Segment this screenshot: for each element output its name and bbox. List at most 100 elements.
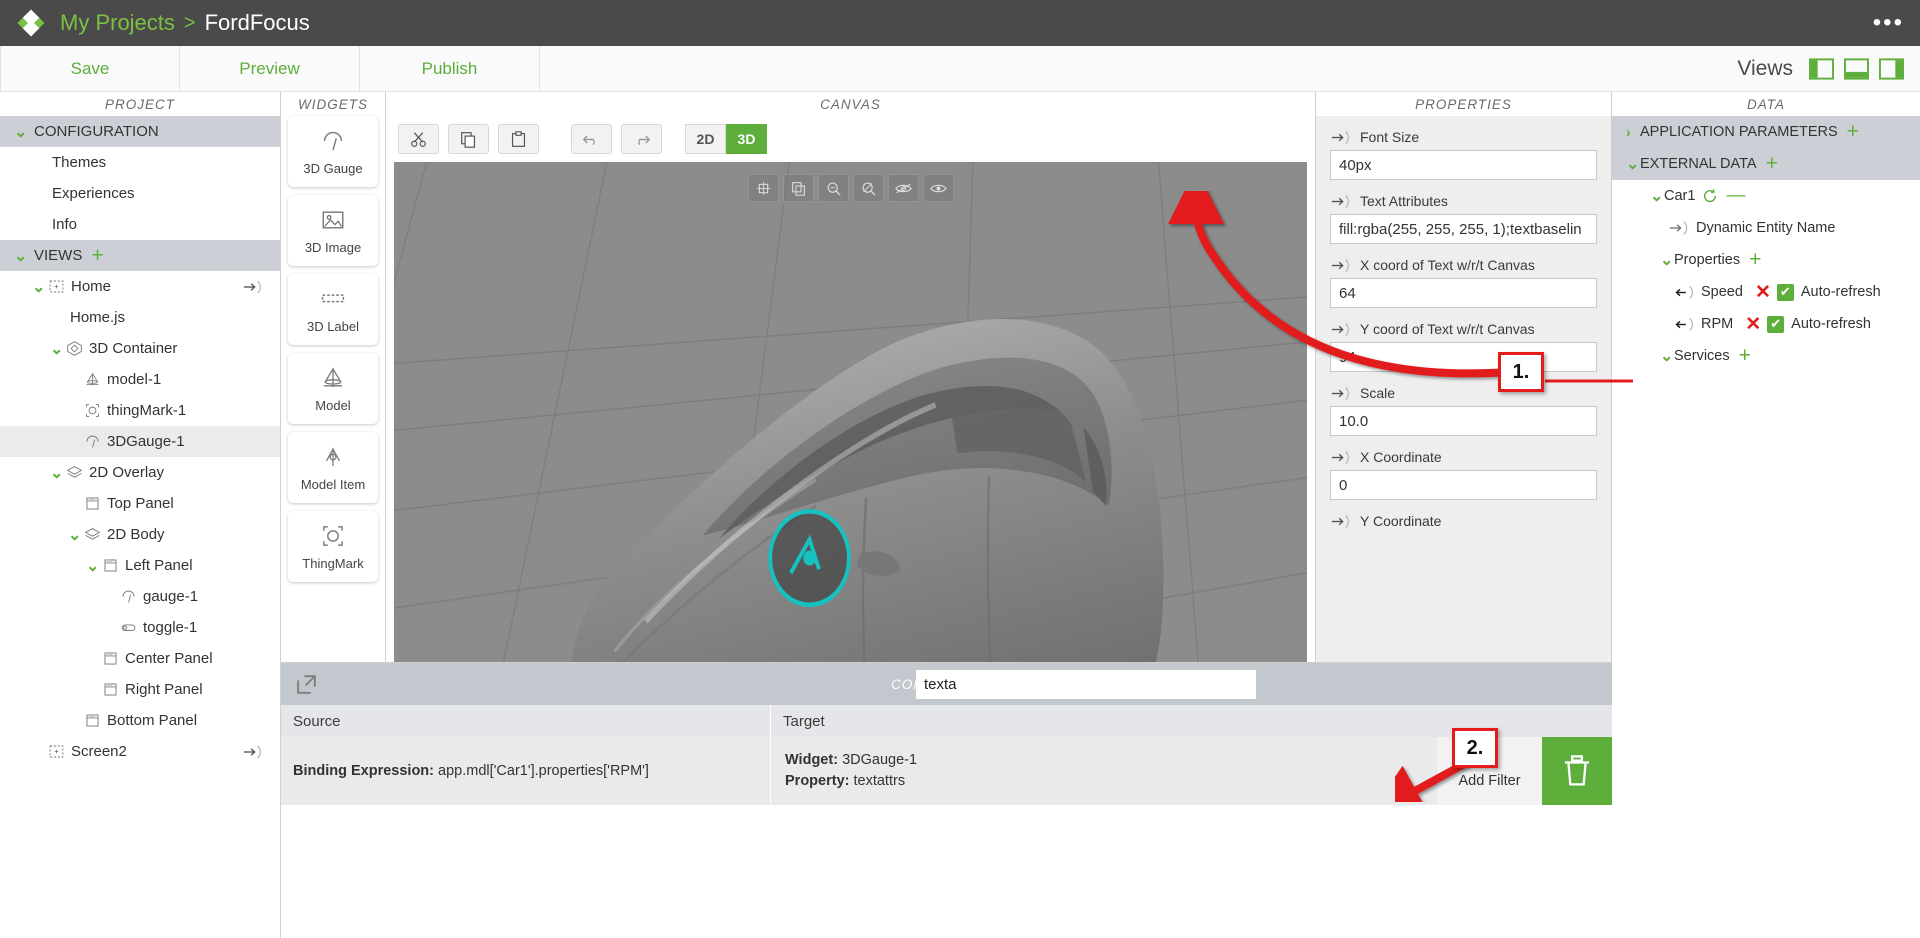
tree-item-model-1[interactable]: model-1: [0, 364, 280, 395]
add-property-icon[interactable]: +: [1749, 249, 1761, 270]
tree-item-experiences[interactable]: Experiences: [0, 178, 280, 209]
tree-item-info[interactable]: Info: [0, 209, 280, 240]
tree-item-configuration[interactable]: ⌄ CONFIGURATION: [0, 116, 280, 147]
binding-out-icon[interactable]: [1330, 258, 1352, 273]
property-label-row: Text Attributes: [1330, 188, 1597, 214]
widget-card-model-item[interactable]: Model Item: [288, 432, 378, 503]
binding-out-icon[interactable]: [1330, 194, 1352, 209]
connection-row[interactable]: Binding Expression: app.mdl['Car1'].prop…: [281, 737, 1612, 805]
paste-button[interactable]: [498, 124, 539, 154]
property-input-text-attributes[interactable]: [1330, 214, 1597, 244]
tree-item-bottom-panel[interactable]: Bottom Panel: [0, 705, 280, 736]
property-input-y-coord-of-text-w-r-t-canvas[interactable]: [1330, 342, 1597, 372]
tree-item-3d-container[interactable]: ⌄ 3D Container: [0, 333, 280, 364]
goto-view-icon[interactable]: [242, 279, 264, 294]
binding-in-icon[interactable]: [1674, 285, 1696, 300]
chevron-down-icon[interactable]: ⌄: [32, 277, 46, 297]
breadcrumb-my-projects[interactable]: My Projects: [60, 10, 175, 36]
overflow-menu-icon[interactable]: •••: [1873, 11, 1904, 35]
remove-property-icon[interactable]: ✕: [1745, 313, 1761, 336]
preview-button[interactable]: Preview: [180, 46, 360, 91]
remove-entity-icon[interactable]: —: [1726, 185, 1745, 207]
view-layout-left-icon[interactable]: [1809, 57, 1834, 80]
tree-item-views[interactable]: ⌄ VIEWS +: [0, 240, 280, 271]
tree-item-screen2[interactable]: Screen2: [0, 736, 280, 767]
tree-item-themes[interactable]: Themes: [0, 147, 280, 178]
chevron-down-icon[interactable]: ⌄: [14, 122, 28, 142]
data-property-speed[interactable]: Speed ✕ ✔ Auto-refresh: [1612, 276, 1920, 308]
tree-item-center-panel[interactable]: Center Panel: [0, 643, 280, 674]
top-bar: My Projects > FordFocus •••: [0, 0, 1920, 46]
save-button[interactable]: Save: [0, 46, 180, 91]
binding-out-icon[interactable]: [1330, 130, 1352, 145]
zoom-selection-button[interactable]: [852, 174, 884, 202]
goto-view-icon[interactable]: [242, 744, 264, 759]
mode-2d-button[interactable]: 2D: [685, 124, 726, 154]
add-view-icon[interactable]: +: [91, 245, 103, 266]
tree-item-top-panel[interactable]: Top Panel: [0, 488, 280, 519]
add-external-data-icon[interactable]: +: [1766, 153, 1778, 174]
tree-item-2d-body[interactable]: ⌄ 2D Body: [0, 519, 280, 550]
widget-card-3d-gauge[interactable]: 3D Gauge: [288, 116, 378, 187]
data-entity-car1[interactable]: ⌄ Car1 —: [1612, 180, 1920, 212]
data-section-application-parameters[interactable]: › APPLICATION PARAMETERS +: [1612, 116, 1920, 148]
widget-card-3d-label[interactable]: 3D Label: [288, 274, 378, 345]
zoom-fit-button[interactable]: [817, 174, 849, 202]
tree-item-gauge-1[interactable]: gauge-1: [0, 581, 280, 612]
move-button[interactable]: [747, 174, 779, 202]
view-layout-bottom-icon[interactable]: [1844, 57, 1869, 80]
copy-button[interactable]: [448, 124, 489, 154]
views-label: Views: [1737, 56, 1793, 80]
tree-item-left-panel[interactable]: ⌄ Left Panel: [0, 550, 280, 581]
view-layout-right-icon[interactable]: [1879, 57, 1904, 80]
property-input-font-size[interactable]: [1330, 150, 1597, 180]
tree-item-home[interactable]: ⌄ Home: [0, 271, 280, 302]
tree-item-home-js[interactable]: Home.js: [0, 302, 280, 333]
widget-card-model[interactable]: Model: [288, 353, 378, 424]
undo-button[interactable]: [571, 124, 612, 154]
data-section-external-data[interactable]: ⌄ EXTERNAL DATA +: [1612, 148, 1920, 180]
redo-button[interactable]: [621, 124, 662, 154]
vuforia-logo-icon[interactable]: [16, 8, 46, 38]
add-service-icon[interactable]: +: [1739, 345, 1751, 366]
add-application-parameter-icon[interactable]: +: [1847, 121, 1859, 142]
auto-refresh-checkbox[interactable]: ✔: [1767, 315, 1785, 333]
auto-refresh-checkbox[interactable]: ✔: [1776, 283, 1794, 301]
binding-out-icon[interactable]: [1330, 386, 1352, 401]
tree-item-right-panel[interactable]: Right Panel: [0, 674, 280, 705]
widget-card-3d-image[interactable]: 3D Image: [288, 195, 378, 266]
chevron-down-icon[interactable]: ⌄: [50, 463, 64, 483]
binding-out-icon[interactable]: [1330, 450, 1352, 465]
show-button[interactable]: [922, 174, 954, 202]
toggle-icon: [121, 624, 136, 631]
binding-in-icon[interactable]: [1674, 317, 1696, 332]
property-input-x-coord-of-text-w-r-t-canvas[interactable]: [1330, 278, 1597, 308]
chevron-down-icon[interactable]: ⌄: [50, 339, 64, 359]
connections-search-input[interactable]: [916, 670, 1256, 699]
hide-button[interactable]: [887, 174, 919, 202]
tree-item-thingmark-1[interactable]: thingMark-1: [0, 395, 280, 426]
refresh-icon[interactable]: [1702, 188, 1718, 204]
mode-3d-button[interactable]: 3D: [726, 124, 767, 154]
chevron-down-icon: ⌄: [1660, 252, 1674, 269]
tree-item-toggle-1[interactable]: toggle-1: [0, 612, 280, 643]
property-input-scale[interactable]: [1330, 406, 1597, 436]
delete-connection-button[interactable]: [1542, 737, 1612, 805]
remove-property-icon[interactable]: ✕: [1755, 281, 1771, 304]
tree-item-2d-overlay[interactable]: ⌄ 2D Overlay: [0, 457, 280, 488]
chevron-down-icon[interactable]: ⌄: [14, 246, 28, 266]
widget-card-thingmark[interactable]: ThingMark: [288, 511, 378, 582]
binding-out-icon[interactable]: [1330, 322, 1352, 337]
tree-item-3dgauge-1[interactable]: 3DGauge-1: [0, 426, 280, 457]
publish-button[interactable]: Publish: [360, 46, 540, 91]
binding-out-icon[interactable]: [1330, 514, 1352, 529]
chevron-down-icon[interactable]: ⌄: [68, 525, 82, 545]
data-property-rpm[interactable]: RPM ✕ ✔ Auto-refresh: [1612, 308, 1920, 340]
data-group-properties[interactable]: ⌄ Properties +: [1612, 244, 1920, 276]
duplicate-button[interactable]: [782, 174, 814, 202]
chevron-down-icon[interactable]: ⌄: [86, 556, 100, 576]
data-dynamic-entity-name[interactable]: Dynamic Entity Name: [1612, 212, 1920, 244]
cut-button[interactable]: [398, 124, 439, 154]
data-group-services[interactable]: ⌄ Services +: [1612, 340, 1920, 372]
property-input-x-coordinate[interactable]: [1330, 470, 1597, 500]
